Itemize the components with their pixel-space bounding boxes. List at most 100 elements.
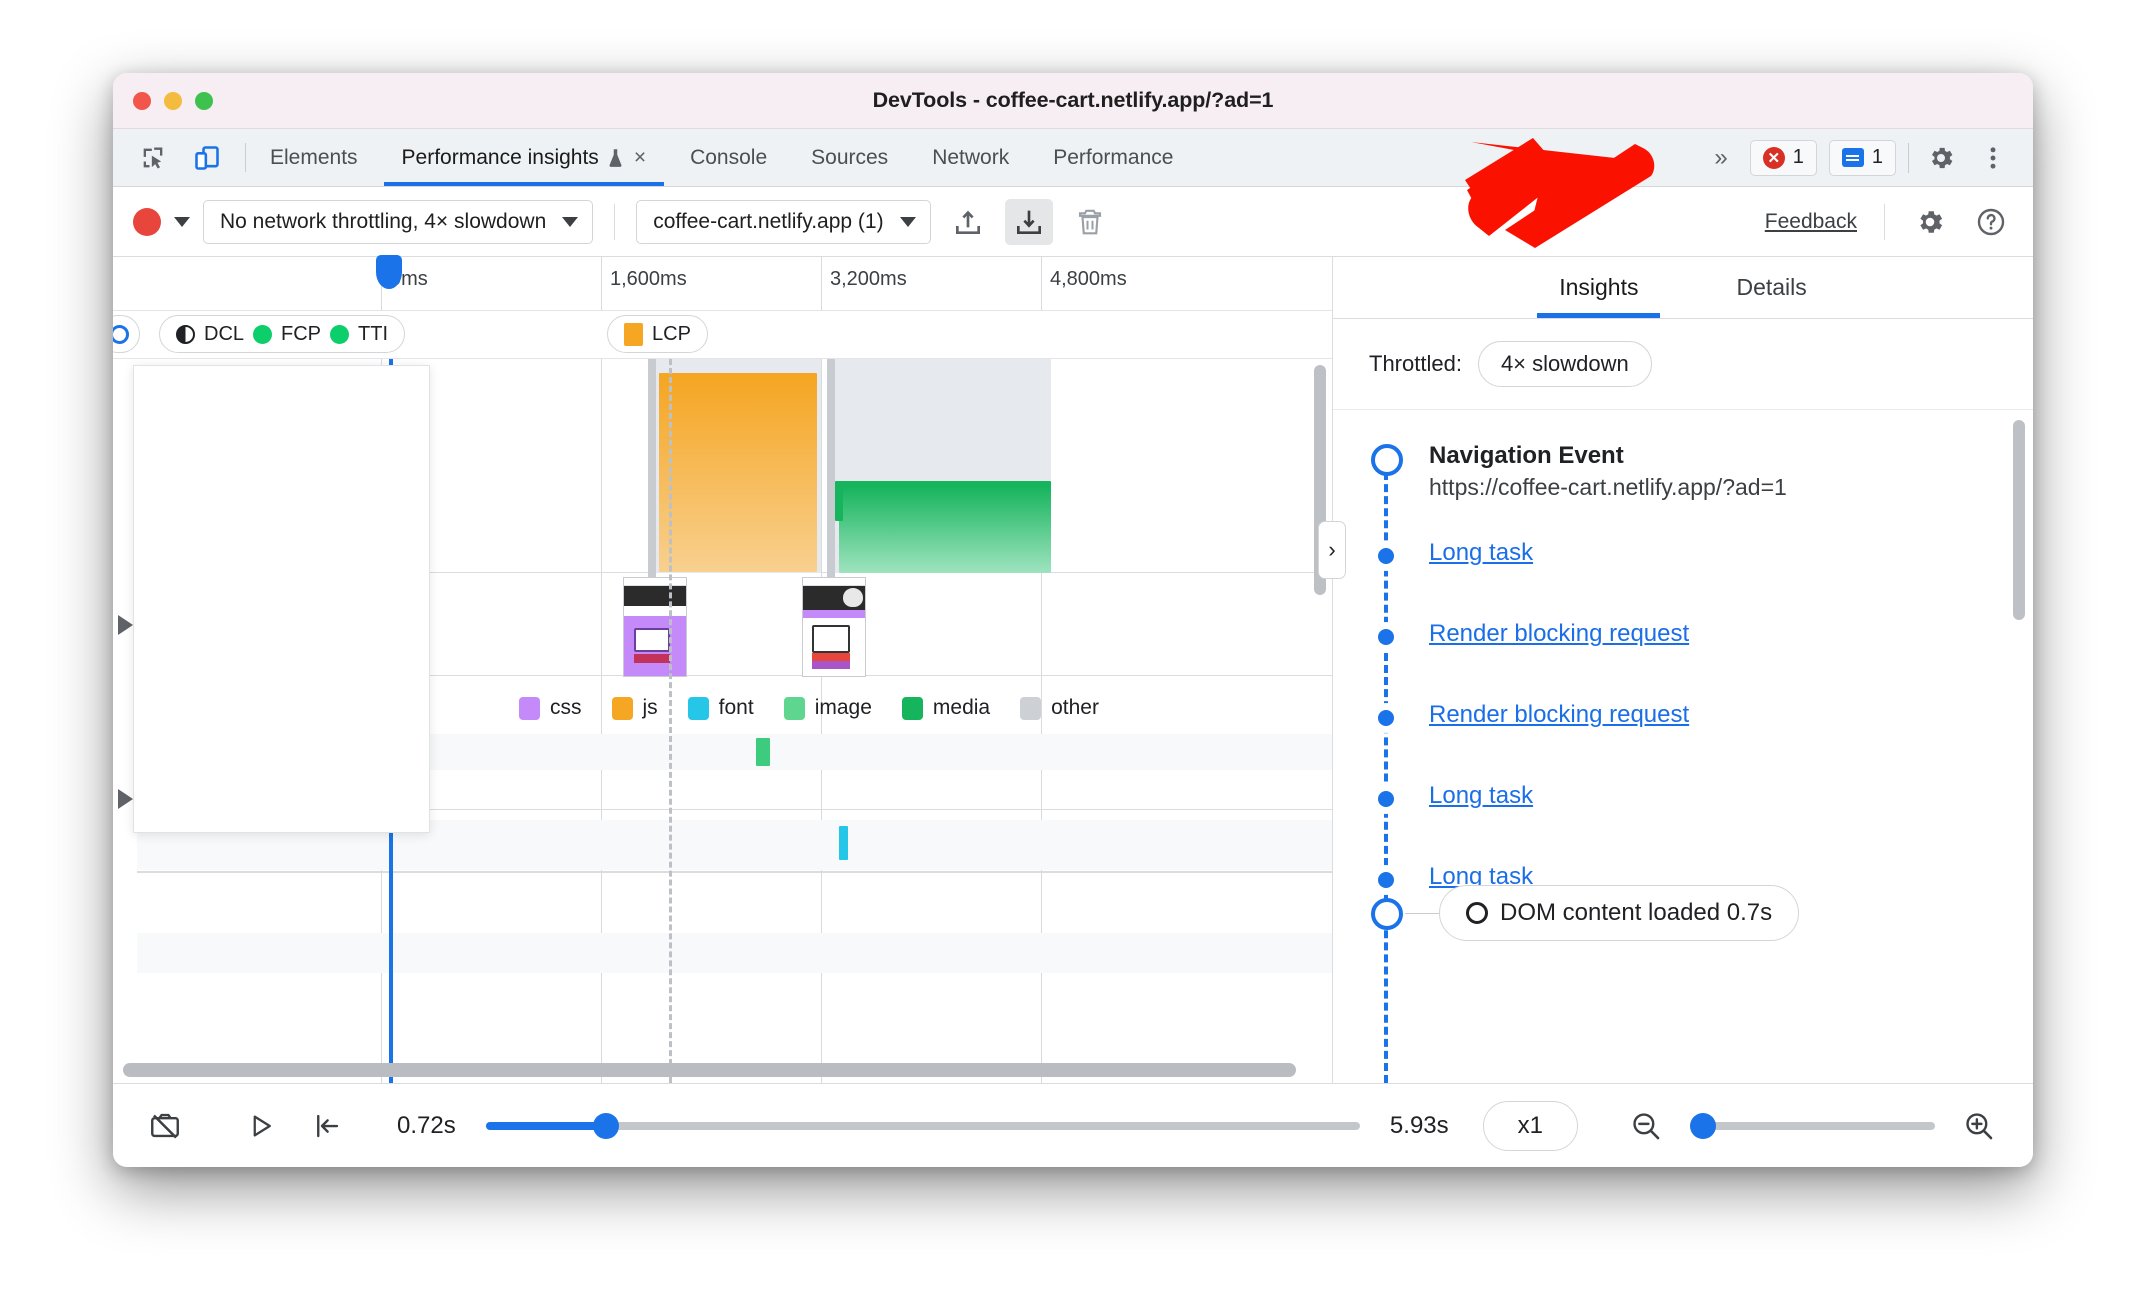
sidebar-tabs: Insights Details — [1333, 257, 2033, 319]
timeline-horizontal-scrollbar[interactable] — [123, 1063, 1296, 1077]
legend-label: image — [814, 696, 872, 719]
window-title: DevTools - coffee-cart.netlify.app/?ad=1 — [872, 88, 1274, 112]
expand-track-icon[interactable] — [118, 789, 133, 809]
zoom-slider-track — [1690, 1121, 1935, 1130]
zoom-out-icon[interactable] — [1618, 1098, 1674, 1154]
legend-item-other: other — [1020, 696, 1099, 720]
expand-track-icon[interactable] — [118, 615, 133, 635]
network-bar-font[interactable] — [839, 826, 848, 860]
insight-link-render-blocking-request[interactable]: Render blocking request — [1429, 701, 1689, 729]
page-select[interactable]: coffee-cart.netlify.app (1) — [636, 199, 931, 244]
timeline-ruler[interactable]: 0ms 1,600ms 3,200ms 4,800ms — [113, 257, 1332, 311]
play-icon[interactable] — [233, 1098, 289, 1154]
error-count-label: 1 — [1792, 146, 1804, 168]
insight-link-render-blocking-request[interactable]: Render blocking request — [1429, 620, 1689, 648]
more-tabs-icon[interactable]: » — [1704, 144, 1737, 172]
tab-label: Elements — [270, 145, 358, 169]
right-divider — [1908, 142, 1909, 173]
zoom-slider[interactable] — [1690, 1112, 1935, 1139]
marker-chip-web-vitals[interactable]: DCL FCP TTI — [159, 315, 406, 353]
close-tab-icon[interactable]: × — [634, 146, 646, 170]
feedback-link[interactable]: Feedback — [1765, 210, 1863, 234]
insight-item[interactable]: Long task — [1333, 539, 2033, 583]
insight-link-long-task[interactable]: Long task — [1429, 782, 1533, 810]
trash-icon[interactable] — [1066, 199, 1114, 245]
tab-network[interactable]: Network — [910, 129, 1031, 186]
network-bar-image[interactable] — [756, 738, 770, 766]
record-button[interactable] — [133, 207, 161, 236]
network-legend: css js font image media other — [519, 696, 1099, 720]
marker-label-tti: TTI — [358, 322, 389, 345]
tab-label: Network — [932, 145, 1010, 169]
tab-console[interactable]: Console — [668, 129, 789, 186]
tab-sources[interactable]: Sources — [789, 129, 910, 186]
insights-sidebar: Insights Details Throttled: 4× slowdown — [1333, 257, 2033, 1083]
legend-label: js — [642, 696, 658, 719]
insight-item[interactable]: Render blocking request — [1333, 701, 2033, 745]
navigation-event-title: Navigation Event — [1429, 442, 1624, 469]
message-count-badge[interactable]: 1 — [1828, 139, 1896, 176]
zoom-in-icon[interactable] — [1951, 1098, 2007, 1154]
tab-label: Performance insights — [401, 145, 599, 169]
network-row[interactable] — [113, 873, 1332, 933]
gear-icon[interactable] — [1921, 138, 1961, 178]
timeline-node-dot — [1371, 784, 1401, 814]
error-count-badge[interactable]: ✕ 1 — [1749, 139, 1817, 176]
gear-icon[interactable] — [1906, 199, 1954, 245]
playback-speed-button[interactable]: x1 — [1482, 1100, 1578, 1151]
grid-line — [821, 359, 822, 1083]
timeline-tracks[interactable]: css js font image media other — [113, 359, 1332, 1083]
sidebar-collapse-handle[interactable]: › — [1318, 521, 1346, 579]
slider-knob[interactable] — [593, 1112, 620, 1139]
marker-label-dcl: DCL — [204, 322, 245, 345]
tab-details[interactable]: Details — [1714, 257, 1828, 318]
chevron-right-icon: › — [1328, 537, 1336, 562]
network-row[interactable] — [113, 933, 1332, 973]
three-dot-menu-icon[interactable] — [1973, 138, 2013, 178]
tab-performance[interactable]: Performance — [1031, 129, 1195, 186]
ruler-tick-label: 3,200ms — [830, 268, 907, 290]
marker-label-lcp: LCP — [652, 322, 691, 345]
timeline-node-hollow — [1371, 444, 1403, 476]
chevron-down-icon — [899, 216, 916, 227]
upload-icon[interactable] — [944, 199, 992, 245]
ruler-tick-label: 4,800ms — [1050, 268, 1127, 290]
jump-to-start-icon[interactable] — [299, 1098, 355, 1154]
tab-insights[interactable]: Insights — [1537, 257, 1661, 318]
tab-performance-insights[interactable]: Performance insights × — [380, 129, 669, 186]
legend-item-media: media — [901, 696, 990, 720]
navigation-event-url: https://coffee-cart.netlify.app/?ad=1 — [1429, 474, 1787, 500]
sidebar-vertical-scrollbar[interactable] — [2013, 420, 2025, 620]
insight-navigation-event[interactable]: Navigation Event https://coffee-cart.net… — [1333, 442, 2033, 501]
marker-chip-lcp[interactable]: LCP — [607, 315, 708, 353]
filmstrip-thumbnail[interactable] — [802, 577, 866, 677]
insight-item[interactable]: Render blocking request — [1333, 620, 2033, 664]
filmstrip-thumbnail[interactable] — [623, 577, 687, 677]
insights-list[interactable]: Navigation Event https://coffee-cart.net… — [1333, 410, 2033, 1083]
flame-bar-media[interactable] — [839, 481, 1051, 573]
playhead-handle[interactable] — [376, 255, 402, 289]
device-toolbar-icon[interactable] — [187, 138, 227, 178]
marker-chip-partial[interactable] — [113, 315, 140, 353]
throttled-row: Throttled: 4× slowdown — [1333, 319, 2033, 410]
throttling-select[interactable]: No network throttling, 4× slowdown — [203, 199, 594, 244]
insight-link-long-task[interactable]: Long task — [1429, 539, 1533, 567]
playback-bar: 0.72s 5.93s x1 — [113, 1083, 2033, 1167]
dom-content-loaded-chip[interactable]: DOM content loaded 0.7s — [1439, 885, 1800, 941]
timeline-node-dot — [1371, 541, 1401, 571]
screenshot-off-icon[interactable] — [137, 1098, 193, 1154]
record-dropdown-icon[interactable] — [174, 216, 190, 227]
download-icon[interactable] — [1004, 198, 1053, 245]
navigation-marker-icon — [113, 324, 129, 344]
marker-label-fcp: FCP — [281, 322, 322, 345]
flame-bar-js[interactable] — [659, 373, 817, 572]
help-icon[interactable] — [1967, 199, 2015, 245]
insight-item[interactable]: Long task — [1333, 782, 2033, 826]
timeline-range-slider[interactable] — [485, 1112, 1360, 1139]
flame-bar-media-stub[interactable] — [835, 481, 843, 521]
tab-elements[interactable]: Elements — [248, 129, 380, 186]
zoom-slider-knob[interactable] — [1690, 1112, 1716, 1139]
legend-label: other — [1051, 696, 1099, 719]
inspect-element-icon[interactable] — [133, 138, 173, 178]
tab-label: Console — [690, 145, 768, 169]
